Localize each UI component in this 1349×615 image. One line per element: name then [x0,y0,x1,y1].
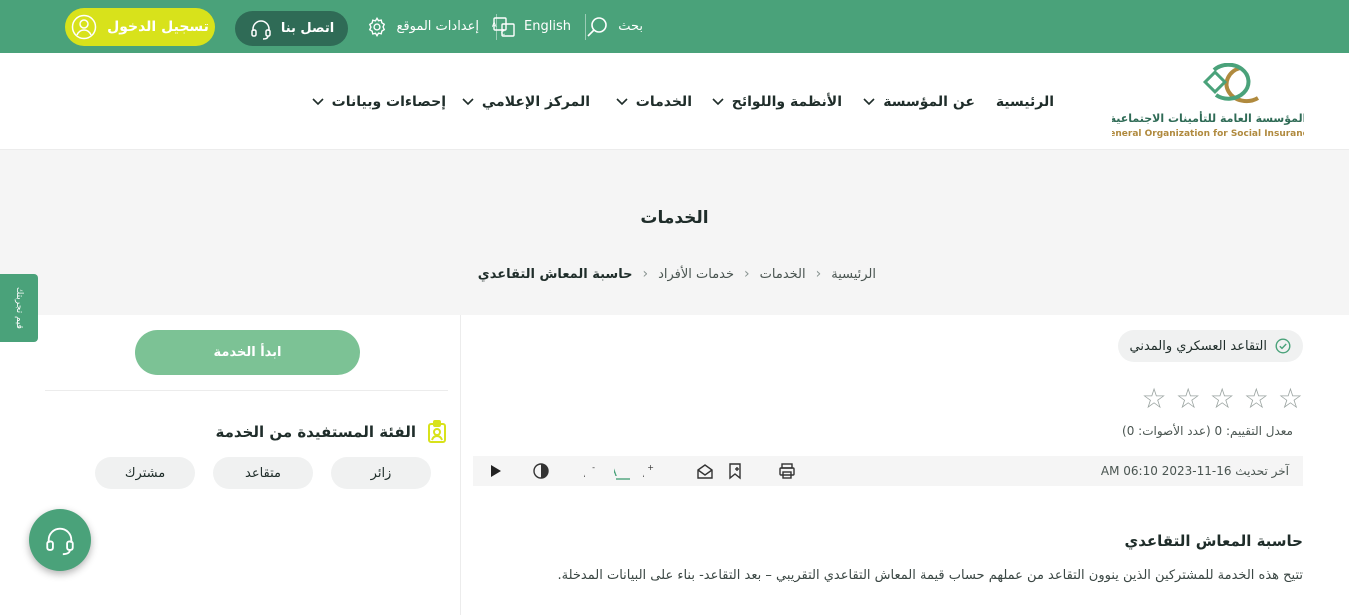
service-description: تتيح هذه الخدمة للمشتركين الذين ينوون ال… [557,568,1303,583]
svg-text:A: A [643,466,644,480]
star-icon[interactable]: ☆ [1210,385,1235,413]
nav-home[interactable]: الرئيسية [996,53,1054,150]
breadcrumb-services[interactable]: الخدمات [760,267,806,282]
star-icon[interactable]: ☆ [1244,385,1269,413]
svg-text:+: + [647,463,654,472]
nav-statistics[interactable]: إحصاءات وبيانات [312,53,446,150]
contact-label: اتصل بنا [280,21,335,36]
search-icon [587,16,608,37]
nav-media-center[interactable]: المركز الإعلامي [462,53,590,150]
chevron-down-icon [863,97,875,105]
login-label: تسجيل الدخول [107,19,209,35]
beneficiary-chip: مشترك [95,457,195,489]
increase-font-icon[interactable]: A+ [643,462,661,480]
settings-label: إعدادات الموقع [396,19,479,34]
headset-icon [46,527,74,556]
language-switch[interactable]: English Aع [492,0,571,53]
logo-arabic-text: المؤسسة العامة للتأمينات الاجتماعية [1112,111,1304,125]
column-divider [460,315,461,615]
chevron-down-icon [712,97,724,105]
default-font-icon[interactable]: A [614,462,632,480]
star-icon[interactable]: ☆ [1278,385,1303,413]
breadcrumb-separator-icon: ‹ [642,266,649,282]
last-updated: آخر تحديث 16-11-2023 06:10 AM [1100,464,1289,478]
login-button[interactable]: تسجيل الدخول [65,8,215,46]
beneficiary-badge-icon [428,420,446,443]
search-label: بحث [618,19,643,34]
logo-english-text: General Organization for Social Insuranc… [1112,129,1304,139]
breadcrumb-separator-icon: ‹ [815,266,822,282]
chevron-down-icon [616,97,628,105]
beneficiary-chip: زائر [331,457,431,489]
support-chat-button[interactable] [29,509,91,571]
language-label: English [524,19,571,34]
service-title: حاسبة المعاش التقاعدي [1124,532,1303,550]
nav-statistics-label: إحصاءات وبيانات [331,93,446,110]
contact-us-button[interactable]: اتصل بنا [235,11,348,46]
nav-home-label: الرئيسية [995,93,1054,110]
accessibility-toolbar: آخر تحديث 16-11-2023 06:10 AM A+ A A- [473,456,1303,486]
rating-stars: ☆ ☆ ☆ ☆ ☆ [1141,385,1303,413]
breadcrumb: الرئيسية ‹ الخدمات ‹ خدمات الأفراد ‹ حاس… [478,266,876,282]
topbar-separator [585,14,586,40]
user-icon [71,14,97,40]
top-utility-bar: بحث English Aع إعدادات الموقع اتصل بنا ت… [0,0,1349,53]
page-header: الخدمات الرئيسية ‹ الخدمات ‹ خدمات الأفر… [0,150,1349,315]
start-service-button[interactable]: ابدأ الخدمة [135,330,360,375]
search-link[interactable]: بحث [586,0,643,53]
mail-share-icon[interactable] [696,462,714,480]
breadcrumb-current: حاسبة المعاش التقاعدي [477,266,633,282]
chevron-down-icon [312,97,324,105]
svg-text:A: A [584,466,585,480]
beneficiary-chip: متقاعد [213,457,313,489]
nav-services[interactable]: الخدمات [616,53,692,150]
nav-regulations-label: الأنظمة واللوائح [731,93,842,110]
rating-summary: معدل التقييم: 0 (عدد الأصوات: 0) [1122,424,1293,438]
svg-text:A: A [614,464,617,480]
topbar-separator [496,14,497,40]
beneficiaries-heading: الفئة المستفيدة من الخدمة [215,420,448,444]
svg-text:-: - [592,463,595,472]
chevron-down-icon [462,97,474,105]
play-audio-icon[interactable] [486,462,504,480]
contrast-icon[interactable] [532,462,550,480]
star-icon[interactable]: ☆ [1176,385,1201,413]
nav-services-label: الخدمات [635,93,692,110]
nav-about[interactable]: عن المؤسسة [863,53,975,150]
breadcrumb-separator-icon: ‹ [744,266,750,282]
svg-text:ع: ع [501,27,506,35]
service-category-label: التقاعد العسكري والمدني [1129,338,1268,354]
nav-media-label: المركز الإعلامي [481,93,590,110]
gosi-logo[interactable]: المؤسسة العامة للتأمينات الاجتماعية Gene… [1102,62,1314,141]
nav-regulations[interactable]: الأنظمة واللوائح [712,53,842,150]
decrease-font-icon[interactable]: A- [584,462,602,480]
beneficiaries-title: الفئة المستفيدة من الخدمة [215,423,416,441]
print-icon[interactable] [778,462,796,480]
site-settings-link[interactable]: إعدادات الموقع [366,0,479,53]
page-title: الخدمات [640,208,709,228]
sidebar-divider [45,390,448,391]
service-category-tag: التقاعد العسكري والمدني [1117,330,1303,362]
nav-about-label: عن المؤسسة [883,93,975,110]
gear-icon [369,16,386,37]
check-circle-icon [1275,338,1291,354]
bookmark-icon[interactable] [726,462,744,480]
star-icon[interactable]: ☆ [1141,385,1166,413]
breadcrumb-individual-services[interactable]: خدمات الأفراد [658,267,734,282]
feedback-tab[interactable]: قيم تجربتك [0,274,38,342]
headset-icon [251,19,271,40]
breadcrumb-home[interactable]: الرئيسية [831,267,876,282]
gosi-emblem-icon: المؤسسة العامة للتأمينات الاجتماعية Gene… [1102,62,1314,139]
main-navbar: المؤسسة العامة للتأمينات الاجتماعية Gene… [0,53,1349,150]
